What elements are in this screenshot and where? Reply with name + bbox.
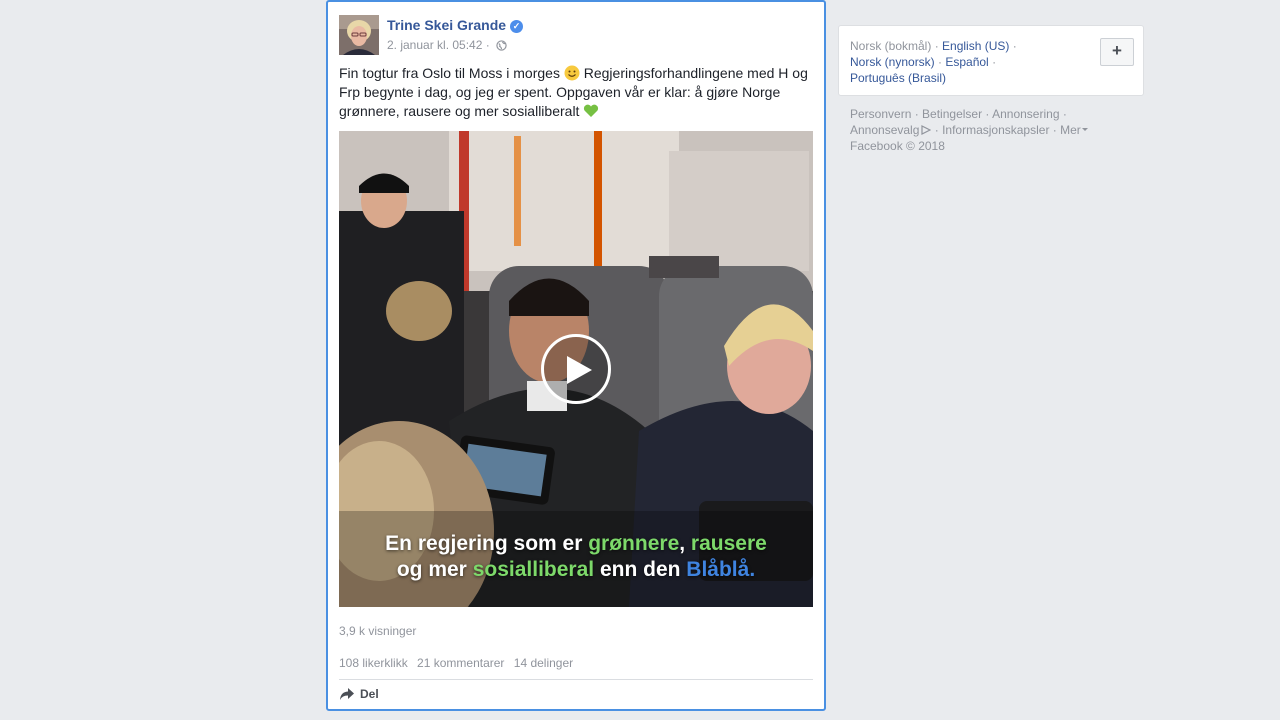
copyright: Facebook © 2018 bbox=[850, 139, 945, 153]
play-button[interactable] bbox=[541, 334, 611, 404]
language-list: Norsk (bokmål) · English (US) · Norsk (n… bbox=[850, 39, 1017, 85]
footer-links: Personvern · Betingelser · Annonsering ·… bbox=[850, 106, 1140, 154]
post-meta: 2. januar kl. 05:42 · bbox=[387, 38, 507, 52]
post-text: Fin togtur fra Oslo til Moss i morges Re… bbox=[339, 64, 813, 121]
caption-highlight-blue: Blåblå. bbox=[686, 558, 756, 581]
footer-link-ad-choices[interactable]: Annonsevalg bbox=[850, 123, 919, 137]
current-language: Norsk (bokmål) bbox=[850, 39, 932, 53]
caption-text: En regjering som er bbox=[385, 532, 589, 555]
language-option-portugues[interactable]: Português (Brasil) bbox=[850, 71, 946, 85]
video-player[interactable]: En regjering som er grønnere, rausere og… bbox=[339, 131, 813, 607]
avatar[interactable] bbox=[339, 15, 379, 55]
caption-highlight-green: rausere bbox=[690, 532, 767, 555]
more-languages-button[interactable]: + bbox=[1100, 38, 1134, 66]
language-option-espanol[interactable]: Español bbox=[945, 55, 988, 69]
verified-badge-icon: ✓ bbox=[510, 20, 524, 33]
smile-emoji-icon bbox=[564, 65, 580, 81]
likes-count[interactable]: 108 likerklikk bbox=[339, 656, 408, 670]
footer-link-advertising[interactable]: Annonsering bbox=[992, 107, 1059, 121]
green-heart-emoji-icon bbox=[584, 104, 599, 117]
video-caption-line1: En regjering som er grønnere, rausere bbox=[339, 532, 813, 556]
caption-text: og mer bbox=[396, 558, 473, 581]
ad-choices-icon bbox=[921, 125, 932, 135]
caption-highlight-green: grønnere bbox=[588, 532, 680, 555]
shares-count[interactable]: 14 delinger bbox=[514, 656, 573, 670]
caption-text: , bbox=[679, 532, 691, 555]
chevron-down-icon bbox=[1081, 128, 1088, 131]
engagement-stats: 108 likerklikk 21 kommentarer 14 delinge… bbox=[339, 656, 579, 670]
footer-link-cookies[interactable]: Informasjonskapsler bbox=[942, 123, 1049, 137]
language-option-nynorsk[interactable]: Norsk (nynorsk) bbox=[850, 55, 935, 69]
footer-link-terms[interactable]: Betingelser bbox=[922, 107, 982, 121]
share-arrow-icon bbox=[340, 688, 354, 700]
play-icon bbox=[567, 356, 592, 384]
share-label: Del bbox=[360, 687, 379, 701]
caption-highlight-green: sosialliberal bbox=[472, 558, 595, 581]
share-button[interactable]: Del bbox=[339, 687, 379, 701]
caption-text: enn den bbox=[594, 558, 687, 581]
post-card: Trine Skei Grande ✓ 2. januar kl. 05:42 ·… bbox=[326, 0, 826, 711]
post-text-part1: Fin togtur fra Oslo til Moss i morges bbox=[339, 65, 560, 81]
post-header: Trine Skei Grande ✓ 2. januar kl. 05:42 · bbox=[339, 13, 813, 55]
footer-link-more[interactable]: Mer bbox=[1060, 123, 1081, 137]
divider bbox=[339, 679, 813, 680]
comments-count[interactable]: 21 kommentarer bbox=[417, 656, 504, 670]
public-globe-icon bbox=[496, 40, 507, 51]
footer-link-privacy[interactable]: Personvern bbox=[850, 107, 911, 121]
language-option-english[interactable]: English (US) bbox=[942, 39, 1009, 53]
video-caption-line2: og mer sosialliberal enn den Blåblå. bbox=[339, 558, 813, 582]
author-name-text[interactable]: Trine Skei Grande bbox=[387, 17, 506, 33]
view-count: 3,9 k visninger bbox=[339, 624, 417, 638]
post-timestamp[interactable]: 2. januar kl. 05:42 · bbox=[387, 38, 490, 52]
author-name[interactable]: Trine Skei Grande ✓ bbox=[387, 17, 524, 33]
language-selector-box: Norsk (bokmål) · English (US) · Norsk (n… bbox=[838, 25, 1144, 96]
